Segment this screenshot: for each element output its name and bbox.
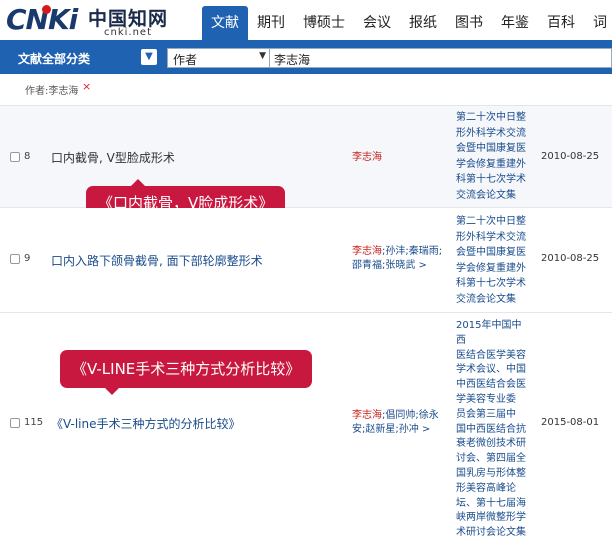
- logo-dot: [42, 5, 51, 14]
- result-title[interactable]: 口内截骨, V型脸成形术: [51, 149, 175, 166]
- search-query-text: 李志海: [274, 53, 311, 67]
- tab-theses[interactable]: 博硕士: [294, 6, 354, 40]
- result-title[interactable]: 《V-line手术三种方式的分析比较》: [51, 415, 241, 432]
- table-row: 9 口内入路下颌骨截骨, 面下部轮廓整形术 李志海;孙沣;秦瑞雨;邵青福;张晓武…: [0, 208, 612, 313]
- author-filter-tag: 作者:李志海: [25, 86, 79, 97]
- callout-title-2: 《V-LINE手术三种方式分析比较》: [60, 350, 313, 395]
- source-line: 讨会、第四届全: [456, 453, 526, 465]
- result-source[interactable]: 第二十次中日整 形外科学术交流 会暨中国康复医 学会修复重建外 科第十七次学术 …: [456, 214, 530, 307]
- source-line: 2015年中国中西: [456, 320, 522, 346]
- row-checkbox[interactable]: [10, 152, 20, 162]
- cnki-logo[interactable]: CNKi 中国知网 cnki.net: [6, 3, 176, 39]
- logo-url: cnki.net: [104, 27, 152, 38]
- source-line: 员会第三届中: [456, 408, 516, 420]
- result-source[interactable]: 第二十次中日整 形外科学术交流 会暨中国康复医 学会修复重建外 科第十七次学术 …: [456, 110, 530, 203]
- publish-date: 2010-08-25: [541, 151, 600, 162]
- author-link[interactable]: 李志海: [352, 410, 382, 421]
- publish-date: 2010-08-25: [541, 253, 600, 264]
- source-line: 形外科学术交流: [456, 231, 526, 243]
- source-line: 科第十七次学术: [456, 278, 526, 289]
- source-line: 峡两岸微整形学: [456, 512, 526, 524]
- database-tabs: 文献 期刊 博硕士 会议 报纸 图书 年鉴 百科 词: [202, 6, 612, 40]
- source-line: 学会修复重建外: [456, 158, 526, 170]
- search-input[interactable]: 李志海: [270, 48, 612, 68]
- row-checkbox[interactable]: [10, 254, 20, 264]
- source-line: 医结合医学美容: [456, 349, 526, 361]
- row-number: 115: [24, 417, 44, 428]
- tab-conferences[interactable]: 会议: [354, 6, 400, 40]
- source-line: 国乳房与形体整: [456, 467, 526, 479]
- author-link[interactable]: 李志海: [352, 246, 382, 257]
- tab-encyclopedia[interactable]: 百科: [538, 6, 584, 40]
- table-row: 115 《V-line手术三种方式的分析比较》 李志海;倡同帅;徐永安;赵新星;…: [0, 313, 612, 538]
- category-scope-label[interactable]: 文献全部分类: [18, 50, 90, 67]
- tab-newspapers[interactable]: 报纸: [400, 6, 446, 40]
- search-bar: 文献全部分类 ▼ 作者 ▼ 李志海: [0, 40, 612, 74]
- remove-filter-icon[interactable]: ×: [82, 80, 91, 93]
- result-title[interactable]: 口内入路下颌骨截骨, 面下部轮廓整形术: [51, 252, 263, 269]
- source-line: 学会修复重建外: [456, 262, 526, 274]
- source-line: 术研讨会论文集: [456, 527, 526, 539]
- active-filters: 作者:李志海 ×: [0, 74, 612, 106]
- result-authors: 李志海;倡同帅;徐永安;赵新星;孙冲 >: [352, 409, 446, 437]
- source-line: 国中西医结合抗: [456, 423, 526, 435]
- tab-yearbooks[interactable]: 年鉴: [492, 6, 538, 40]
- source-line: 衰老微创技术研: [456, 438, 526, 450]
- tab-journals[interactable]: 期刊: [248, 6, 294, 40]
- result-source[interactable]: 2015年中国中西 医结合医学美容 学术会议、中国 中西医结合会医 学美容专业委…: [456, 319, 530, 541]
- tab-books[interactable]: 图书: [446, 6, 492, 40]
- source-line: 第二十次中日整: [456, 112, 526, 123]
- row-number: 8: [24, 151, 31, 162]
- search-field-value: 作者: [173, 53, 198, 67]
- row-checkbox[interactable]: [10, 418, 20, 428]
- source-line: 会暨中国康复医: [456, 247, 526, 258]
- publish-date: 2015-08-01: [541, 417, 600, 428]
- row-number: 9: [24, 253, 31, 264]
- search-field-select[interactable]: 作者 ▼: [167, 48, 270, 68]
- source-line: 第二十次中日整: [456, 216, 526, 227]
- source-line: 会暨中国康复医: [456, 143, 526, 154]
- source-line: 学美容专业委: [456, 393, 516, 405]
- tab-literature[interactable]: 文献: [202, 6, 248, 40]
- source-line: 坛、第十七届海: [456, 497, 526, 509]
- source-line: 科第十七次学术: [456, 174, 526, 185]
- source-line: 中西医结合会医: [456, 379, 526, 391]
- caret-down-icon: ▼: [259, 51, 266, 61]
- result-authors: 李志海;孙沣;秦瑞雨;邵青福;张晓武 >: [352, 245, 446, 273]
- chevron-down-icon[interactable]: ▼: [141, 49, 157, 65]
- source-line: 学术会议、中国: [456, 364, 526, 376]
- result-authors: 李志海: [352, 151, 446, 165]
- source-line: 形美容高峰论: [456, 482, 516, 494]
- tab-dictionary[interactable]: 词: [584, 6, 612, 40]
- source-line: 交流会论文集: [456, 189, 516, 201]
- source-line: 交流会论文集: [456, 293, 516, 305]
- site-header: CNKi 中国知网 cnki.net 文献 期刊 博硕士 会议 报纸 图书 年鉴…: [0, 0, 612, 40]
- author-link[interactable]: 李志海: [352, 152, 382, 163]
- source-line: 形外科学术交流: [456, 127, 526, 139]
